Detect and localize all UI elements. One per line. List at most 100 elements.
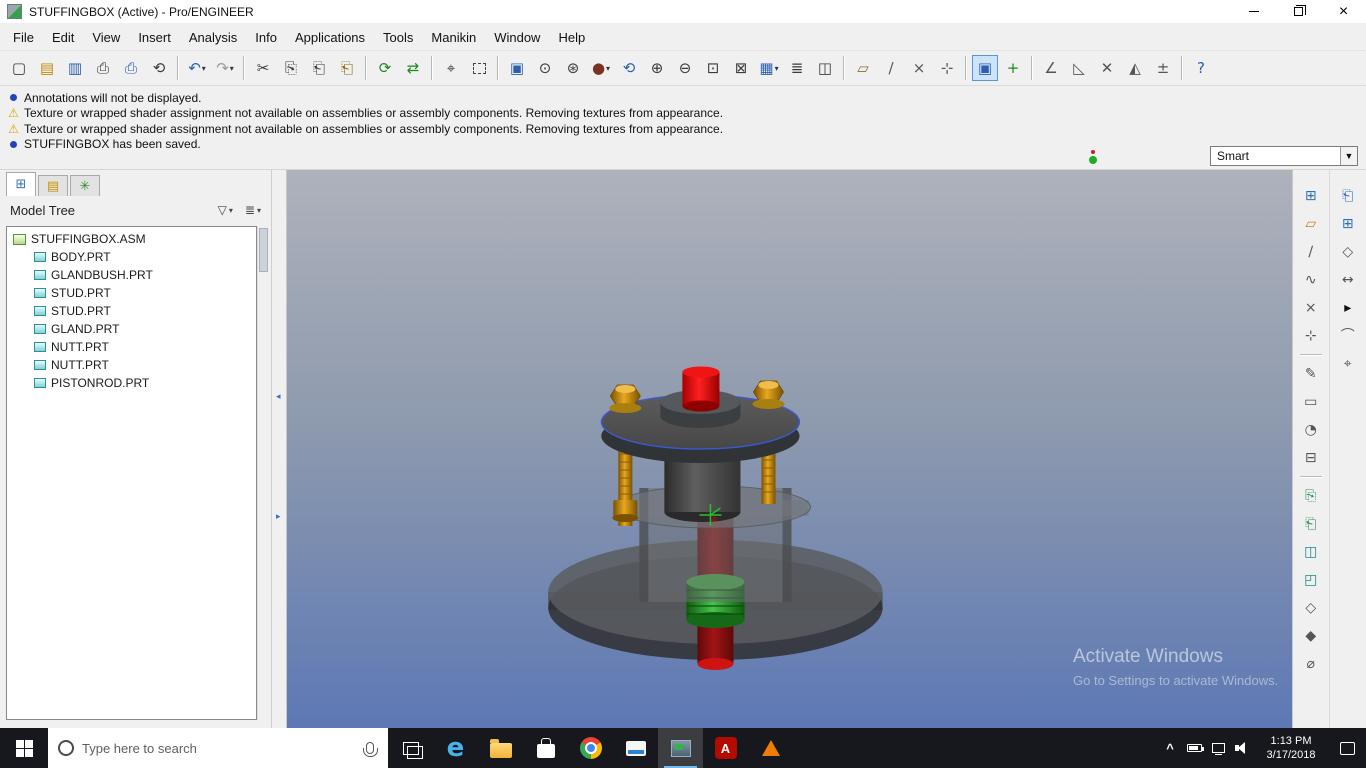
tree-node-part[interactable]: NUTT.PRT <box>7 356 256 374</box>
datum-point-tool-icon[interactable]: × <box>1298 295 1324 321</box>
selection-filter-dropdown[interactable]: Smart ▼ <box>1210 146 1358 166</box>
restore-button[interactable] <box>1276 0 1321 23</box>
drag-component-tool-icon[interactable]: ↔ <box>1335 267 1361 293</box>
paste-icon[interactable]: ⎗ <box>306 55 332 81</box>
chevron-down-icon[interactable]: ▾ <box>230 64 234 73</box>
zoom-in-icon[interactable]: ⊕ <box>644 55 670 81</box>
edge-browser[interactable]: e <box>433 728 478 768</box>
regenerate-icon[interactable]: ⟳ <box>372 55 398 81</box>
copy-icon[interactable]: ⎘ <box>278 55 304 81</box>
folder-browser-tab[interactable]: ▤ <box>38 175 68 196</box>
minimize-button[interactable] <box>1231 0 1276 23</box>
datum-csys-tool-icon[interactable]: ⊹ <box>1298 323 1324 349</box>
shrinkwrap-tool-icon[interactable]: ◫ <box>1298 539 1324 565</box>
scrollbar-thumb[interactable] <box>259 228 268 272</box>
tree-node-part[interactable]: STUD.PRT <box>7 284 256 302</box>
designate-dims-icon[interactable]: ∠ <box>1038 55 1064 81</box>
find-icon[interactable]: ⌖ <box>438 55 464 81</box>
saved-views-icon[interactable]: ▦ ▾ <box>756 55 782 81</box>
sash-expand-icon[interactable]: ▸ <box>276 512 281 522</box>
menu-help[interactable]: Help <box>549 26 594 49</box>
print-preview-icon[interactable]: ⎙ <box>118 55 144 81</box>
layers-icon[interactable]: ≣ <box>784 55 810 81</box>
zoom-out-icon[interactable]: ⊖ <box>672 55 698 81</box>
display-filter-icon[interactable]: ▣ <box>504 55 530 81</box>
datum-plane-tool-icon[interactable]: ▱ <box>1298 211 1324 237</box>
tree-settings-button[interactable]: ≣ ▾ <box>245 203 261 217</box>
chevron-down-icon[interactable]: ▾ <box>257 206 261 215</box>
favorites-tab[interactable]: ✳ <box>70 175 100 196</box>
model-tree-tab[interactable]: ⊞ <box>6 172 36 196</box>
task-view-button[interactable] <box>388 728 433 768</box>
orient-mode-icon[interactable]: ⊛ <box>560 55 586 81</box>
menu-tools[interactable]: Tools <box>374 26 422 49</box>
panel-sash[interactable]: ◂ ▸ <box>272 170 287 728</box>
microphone-icon[interactable] <box>363 742 378 757</box>
cut-icon[interactable]: ✂ <box>250 55 276 81</box>
annotations-toggle-icon[interactable]: ▣ <box>972 55 998 81</box>
datum-planes-toggle-icon[interactable]: ▱ <box>850 55 876 81</box>
vlc-player[interactable] <box>748 728 793 768</box>
acrobat-reader[interactable]: A <box>703 728 748 768</box>
model-tree-scrollbar[interactable] <box>257 226 269 720</box>
pattern-tool-icon[interactable]: ◇ <box>1298 595 1324 621</box>
spin-view-icon[interactable]: ⟲ <box>616 55 642 81</box>
tree-filters-button[interactable]: ▽ ▾ <box>218 203 233 217</box>
mechanism-drag-tool-icon[interactable]: ⌒ <box>1335 323 1361 349</box>
hidden-icons-chevron[interactable]: ^ <box>1158 728 1182 768</box>
datum-axis-tool-icon[interactable]: ∕ <box>1298 239 1324 265</box>
graphics-viewport[interactable]: Activate Windows Go to Settings to activ… <box>287 170 1292 728</box>
start-button[interactable] <box>0 728 48 768</box>
datum-axes-toggle-icon[interactable]: ∕ <box>878 55 904 81</box>
microsoft-store[interactable] <box>523 728 568 768</box>
erase-display-icon[interactable]: ⟲ <box>146 55 172 81</box>
refit-icon[interactable]: ⊡ <box>700 55 726 81</box>
menu-edit[interactable]: Edit <box>43 26 83 49</box>
hole-tool-icon[interactable]: ⊟ <box>1298 445 1324 471</box>
tree-node-part[interactable]: GLAND.PRT <box>7 320 256 338</box>
search-input[interactable] <box>82 740 358 756</box>
window-activate-tool-icon[interactable]: ⊞ <box>1298 183 1324 209</box>
symbol-display-icon[interactable]: ◭ <box>1122 55 1148 81</box>
display-app[interactable] <box>613 728 658 768</box>
file-explorer[interactable] <box>478 728 523 768</box>
menu-analysis[interactable]: Analysis <box>180 26 246 49</box>
menu-manikin[interactable]: Manikin <box>422 26 485 49</box>
custom-regenerate-icon[interactable]: ⇄ <box>400 55 426 81</box>
tree-node-part[interactable]: STUD.PRT <box>7 302 256 320</box>
round-tool-icon[interactable]: ◔ <box>1298 417 1324 443</box>
print-icon[interactable]: ⎙ <box>90 55 116 81</box>
menu-applications[interactable]: Applications <box>286 26 374 49</box>
chevron-down-icon[interactable]: ▾ <box>606 64 610 73</box>
tree-node-part[interactable]: GLANDBUSH.PRT <box>7 266 256 284</box>
tree-node-assembly[interactable]: STUFFINGBOX.ASM <box>7 230 256 248</box>
network-icon[interactable] <box>1206 728 1230 768</box>
menu-file[interactable]: File <box>4 26 43 49</box>
menu-view[interactable]: View <box>83 26 129 49</box>
merge-tool-icon[interactable]: ◰ <box>1298 567 1324 593</box>
expand-toolbar-arrow-icon[interactable]: ▸ <box>1335 295 1361 321</box>
assembly-3d-view[interactable] <box>287 170 1292 728</box>
component-interface-tool-icon[interactable]: ⌖ <box>1335 351 1361 377</box>
measure-tool-icon[interactable]: ⌀ <box>1298 651 1324 677</box>
chevron-down-icon[interactable]: ▾ <box>775 64 779 73</box>
spin-center-toggle-icon[interactable]: + <box>1000 55 1026 81</box>
menu-window[interactable]: Window <box>485 26 549 49</box>
sash-collapse-icon[interactable]: ◂ <box>276 392 281 402</box>
sketch-tool-icon[interactable]: ✎ <box>1298 361 1324 387</box>
open-file-icon[interactable]: ▤ <box>34 55 60 81</box>
tree-node-part[interactable]: BODY.PRT <box>7 248 256 266</box>
pick-filter-icon[interactable]: ⊙ <box>532 55 558 81</box>
close-button[interactable]: × <box>1321 0 1366 23</box>
redo-icon[interactable]: ↷ ▾ <box>212 55 238 81</box>
save-icon[interactable]: ▥ <box>62 55 88 81</box>
datum-csys-toggle-icon[interactable]: ⊹ <box>934 55 960 81</box>
undo-icon[interactable]: ↶ ▾ <box>184 55 210 81</box>
volume-icon[interactable] <box>1230 728 1254 768</box>
chevron-down-icon[interactable]: ▼ <box>1340 147 1357 165</box>
publish-geometry-tool-icon[interactable]: ⎗ <box>1298 511 1324 537</box>
chevron-down-icon[interactable]: ▾ <box>229 206 233 215</box>
battery-icon[interactable] <box>1182 728 1206 768</box>
chevron-down-icon[interactable]: ▾ <box>202 64 206 73</box>
regeneration-status-icon[interactable] <box>1088 146 1098 164</box>
